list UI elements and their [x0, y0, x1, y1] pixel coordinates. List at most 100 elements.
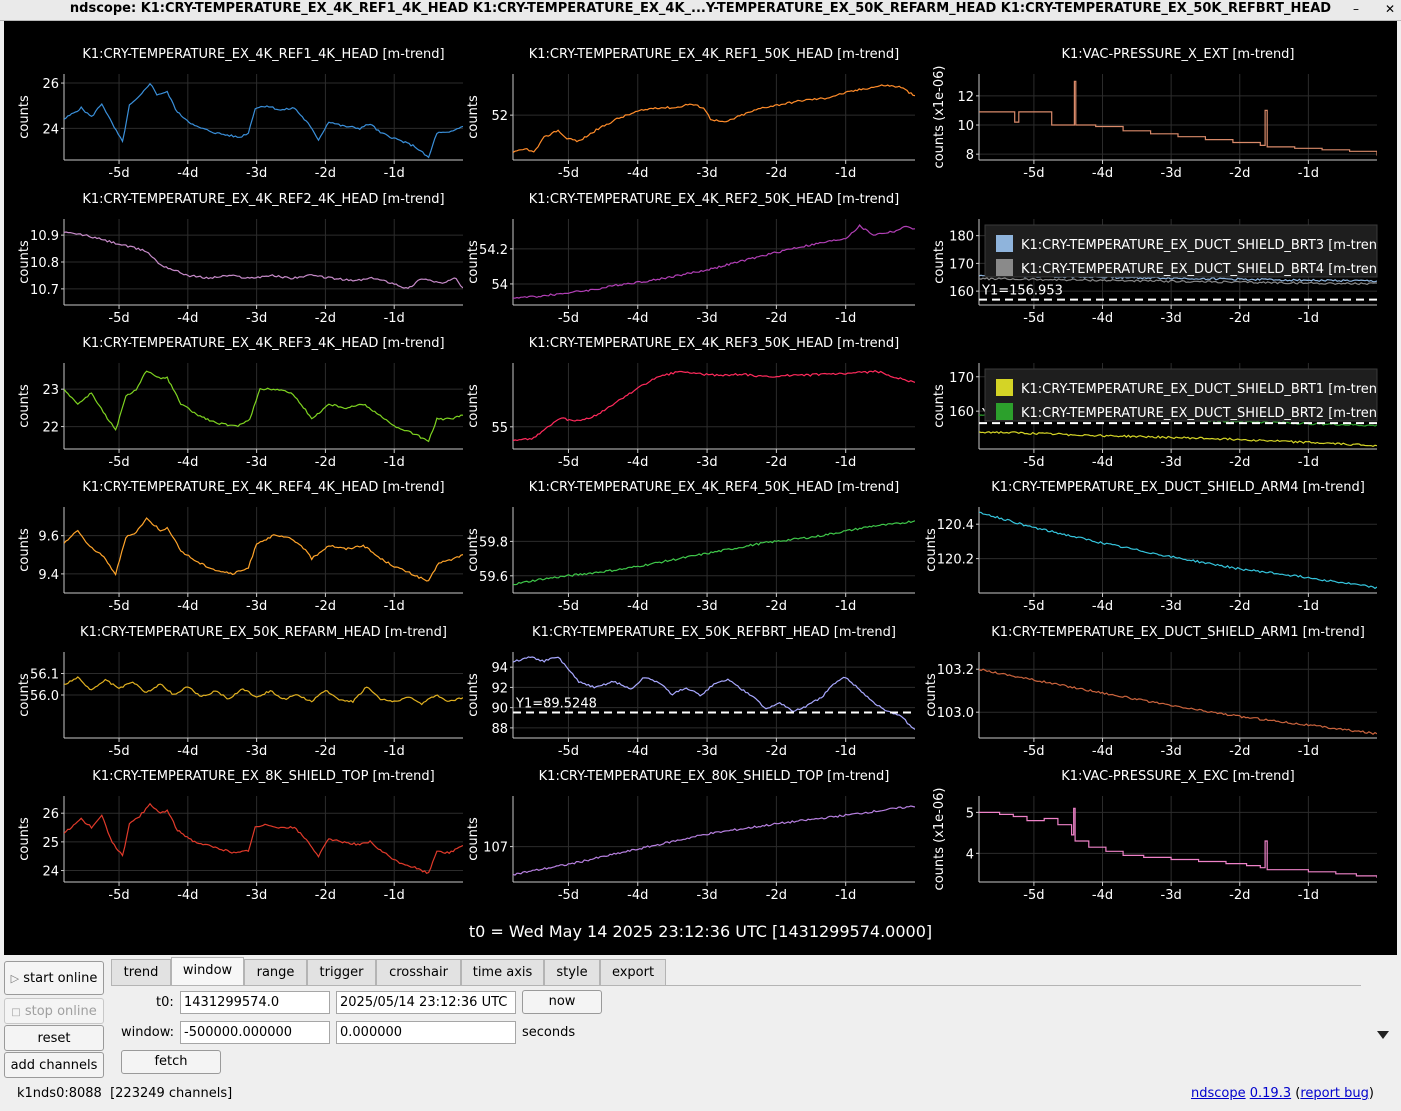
series-line — [979, 511, 1377, 590]
report-bug-link[interactable]: report bug — [1300, 1086, 1369, 1101]
start-online-button[interactable]: ▷ start online — [4, 961, 104, 995]
y-axis-label: counts — [932, 240, 947, 284]
plot-title: K1:CRY-TEMPERATURE_EX_4K_REF3_4K_HEAD [m… — [82, 336, 444, 351]
plot-panel[interactable]: -5d -4d -3d -2d -1d 24 25 26 counts K1:CRY-TEMPER… — [17, 769, 463, 903]
series-line — [513, 520, 915, 586]
t0-gps-input[interactable]: 1431299574.0 — [180, 991, 330, 1014]
legend-swatch — [996, 259, 1013, 276]
stop-online-button[interactable]: □ stop online — [4, 998, 104, 1024]
fetch-button[interactable]: fetch — [121, 1050, 221, 1074]
plot-panel[interactable]: -5d -4d -3d -2d -1d 103.0 103.2counts K1:CRY-TE… — [924, 625, 1377, 759]
start-online-label: start online — [23, 971, 98, 986]
plot-title: K1:CRY-TEMPERATURE_EX_DUCT_SHIELD_ARM1 [… — [991, 625, 1365, 640]
crosshair-label: Y1=156.953 — [981, 284, 1063, 299]
tab-time-axis[interactable]: time axis — [461, 959, 544, 985]
y-tick-label: 10.8 — [30, 256, 59, 271]
close-icon[interactable]: ✕ — [1383, 2, 1397, 16]
x-tick-label: -4d — [177, 744, 198, 759]
plot-panel[interactable]: -5d -4d -3d -2d -1d 59.6 59.8counts K1:CRY-TEMP… — [466, 480, 915, 614]
x-tick-label: -2d — [766, 888, 787, 903]
minimize-icon[interactable]: – — [1349, 2, 1363, 16]
plot-title: K1:CRY-TEMPERATURE_EX_8K_SHIELD_TOP [m-t… — [92, 769, 434, 784]
tab-range[interactable]: range — [244, 959, 307, 985]
add-channels-button[interactable]: add channels — [4, 1052, 104, 1078]
x-tick-label: -4d — [177, 311, 198, 326]
plot-panel[interactable]: -5d -4d -3d -2d -1d 24 26 counts K1:CRY-TEMPERAT… — [17, 47, 463, 181]
x-tick-label: -1d — [1298, 166, 1319, 181]
y-tick-label: 180 — [949, 230, 974, 245]
plot-grid[interactable]: -5d -4d -3d -2d -1d 24 26 counts K1:CRY-TEMPERAT… — [4, 21, 1397, 955]
x-tick-label: -4d — [1092, 888, 1113, 903]
plot-panel[interactable]: -5d -4d -3d -2d -1d 55 counts K1:CRY-TEMPERATUR… — [466, 336, 915, 470]
x-tick-label: -2d — [1229, 455, 1250, 470]
stop-online-label: stop online — [24, 1004, 97, 1019]
x-tick-label: -5d — [108, 744, 129, 759]
x-tick-label: -5d — [1023, 744, 1044, 759]
x-tick-label: -1d — [1298, 744, 1319, 759]
version-link[interactable]: 0.19.3 — [1250, 1086, 1291, 1101]
x-tick-label: -5d — [108, 311, 129, 326]
y-tick-label: 23 — [42, 383, 59, 398]
plot-area[interactable]: -5d -4d -3d -2d -1d 24 26 counts K1:CRY-TEMPERAT… — [4, 21, 1397, 955]
tab-style[interactable]: style — [544, 959, 600, 985]
window-start-input[interactable]: -500000.000000 — [180, 1021, 330, 1044]
legend[interactable]: K1:CRY-TEMPERATURE_EX_DUCT_SHIELD_BRT1 [… — [984, 368, 1378, 422]
plot-panel[interactable]: -5d -4d -3d -2d -1d 10.7 10.8 10.9counts K1:CRY-… — [17, 192, 463, 326]
plot-title: K1:VAC-PRESSURE_X_EXT [m-trend] — [1061, 47, 1294, 62]
x-tick-label: -5d — [1023, 311, 1044, 326]
x-tick-label: -3d — [1161, 166, 1182, 181]
x-tick-label: -2d — [1229, 888, 1250, 903]
plot-panel[interactable]: -5d -4d -3d -2d -1d 22 23 counts K1:CRY-TEMPERAT… — [17, 336, 463, 470]
plot-panel[interactable]: -5d -4d -3d -2d -1d 8 10 12 counts (x1e-06) K1:VA… — [932, 47, 1377, 181]
plot-panel[interactable]: -5d -4d -3d -2d -1d 107counts K1:CRY-TEMPERATU… — [466, 769, 915, 903]
plot-panel[interactable]: -5d -4d -3d -2d -1d 52 counts K1:CRY-TEMPERATUR… — [466, 47, 915, 181]
y-axis-label: counts — [932, 384, 947, 428]
x-tick-label: -2d — [315, 166, 336, 181]
y-tick-label: 59.8 — [479, 535, 508, 550]
tab-trigger[interactable]: trigger — [307, 959, 376, 985]
t0-utc-input[interactable]: 2025/05/14 23:12:36 UTC — [336, 991, 516, 1014]
tab-trend[interactable]: trend — [111, 959, 171, 985]
series-line — [64, 370, 463, 443]
plot-panel[interactable]: -5d -4d -3d -2d -1d 4 5 counts (x1e-06) K1:VAC-P… — [932, 769, 1377, 903]
x-tick-label: -5d — [558, 311, 579, 326]
y-tick-label: 24 — [42, 865, 59, 880]
x-tick-label: -1d — [384, 744, 405, 759]
plot-panel[interactable]: -5d -4d -3d -2d -1d 160 170 180counts Y1=156.953… — [932, 219, 1378, 326]
ndscope-link[interactable]: ndscope — [1191, 1086, 1246, 1101]
plot-title: K1:CRY-TEMPERATURE_EX_DUCT_SHIELD_ARM4 [… — [991, 480, 1365, 495]
plot-panel[interactable]: -5d -4d -3d -2d -1d 120.2 120.4counts K1:CRY-TE… — [924, 480, 1377, 614]
y-tick-label: 103.0 — [937, 706, 974, 721]
window-end-input[interactable]: 0.000000 — [336, 1021, 516, 1044]
x-tick-label: -3d — [696, 311, 717, 326]
series-line — [513, 84, 915, 154]
plot-panel[interactable]: -5d -4d -3d -2d -1d 56.0 56.1counts K1:CRY-TEMP… — [17, 625, 463, 759]
plot-panel[interactable]: -5d -4d -3d -2d -1d 9.4 9.6 counts K1:CRY-TEMPER… — [17, 480, 463, 614]
t0-label: t0: — [156, 995, 174, 1010]
plot-panel[interactable]: -5d -4d -3d -2d -1d 54 54.2counts K1:CRY-TEMPER… — [466, 192, 915, 326]
reset-button[interactable]: reset — [4, 1025, 104, 1051]
x-tick-label: -1d — [1298, 455, 1319, 470]
y-axis-label: counts — [17, 95, 32, 139]
plot-panel[interactable]: -5d-4d-3d-2d-1d160170countsY1=156.524K1:… — [932, 363, 1378, 470]
now-button[interactable]: now — [522, 990, 602, 1014]
x-tick-label: -1d — [384, 311, 405, 326]
x-tick-label: -4d — [627, 166, 648, 181]
y-tick-label: 25 — [42, 836, 59, 851]
legend[interactable]: K1:CRY-TEMPERATURE_EX_DUCT_SHIELD_BRT3 [… — [984, 224, 1378, 278]
legend-entry: K1:CRY-TEMPERATURE_EX_DUCT_SHIELD_BRT4 [… — [1021, 262, 1377, 277]
y-axis-label: counts — [466, 95, 481, 139]
x-tick-label: -1d — [384, 599, 405, 614]
x-tick-label: -2d — [766, 744, 787, 759]
tab-window[interactable]: window — [171, 957, 244, 986]
series-line — [979, 807, 1377, 878]
window-label: window: — [121, 1025, 174, 1040]
plot-panel[interactable]: -5d -4d -3d -2d -1d 88 90 92 94 counts K1:CRY-TEMP… — [466, 625, 915, 759]
tab-crosshair[interactable]: crosshair — [376, 959, 461, 985]
y-tick-label: 120.4 — [937, 518, 974, 533]
series-line — [64, 802, 463, 875]
x-tick-label: -4d — [627, 455, 648, 470]
tab-export[interactable]: export — [600, 959, 666, 985]
collapse-arrow-icon[interactable] — [1376, 1030, 1390, 1040]
title-bar[interactable]: ndscope: K1:CRY-TEMPERATURE_EX_4K_REF1_4… — [0, 0, 1401, 21]
